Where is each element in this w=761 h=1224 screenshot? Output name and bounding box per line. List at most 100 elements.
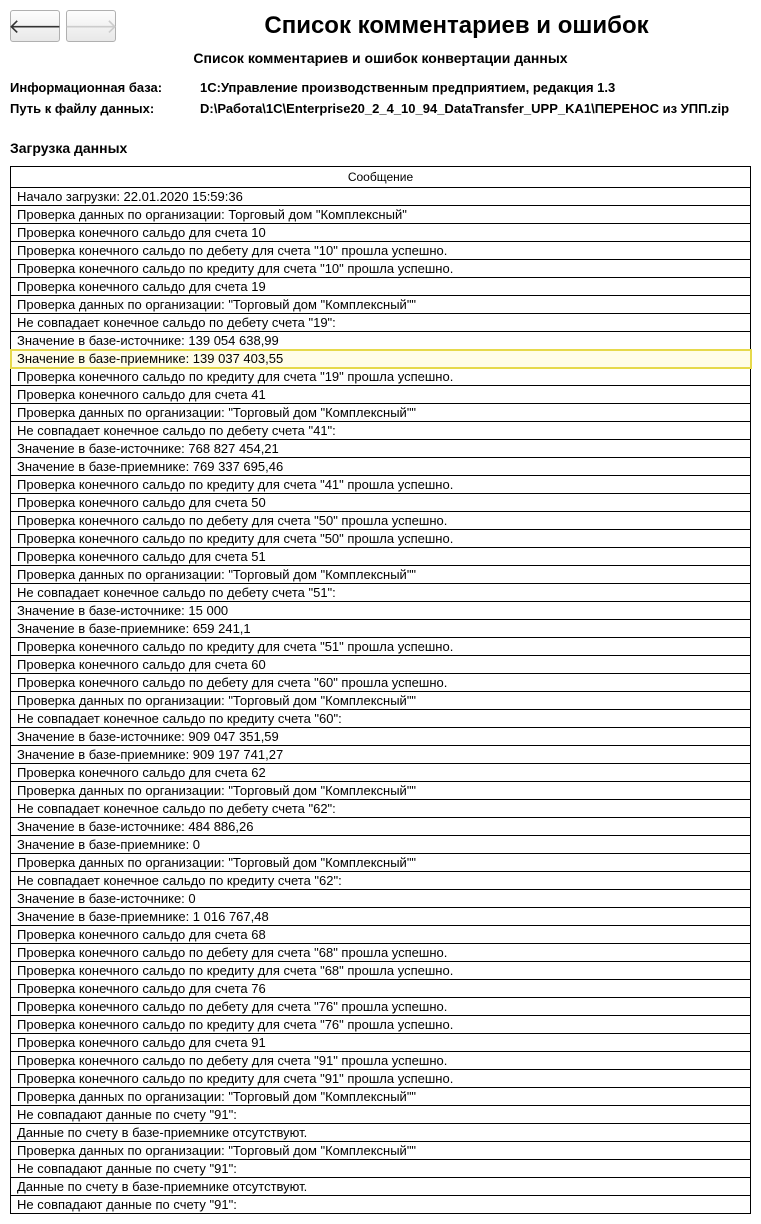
message-cell: Проверка конечного сальдо по кредиту для… [11, 1070, 751, 1088]
table-row[interactable]: Проверка конечного сальдо для счета 51 [11, 548, 751, 566]
message-cell: Проверка данных по организации: "Торговы… [11, 566, 751, 584]
message-cell: Проверка конечного сальдо для счета 91 [11, 1034, 751, 1052]
table-row[interactable]: Значение в базе-источнике: 484 886,26 [11, 818, 751, 836]
message-cell: Проверка данных по организации: "Торговы… [11, 782, 751, 800]
table-row[interactable]: Проверка конечного сальдо для счета 68 [11, 926, 751, 944]
message-cell: Проверка данных по организации: "Торговы… [11, 1142, 751, 1160]
table-row[interactable]: Проверка конечного сальдо для счета 10 [11, 224, 751, 242]
table-row[interactable]: Проверка конечного сальдо по дебету для … [11, 944, 751, 962]
table-row[interactable]: Значение в базе-приемнике: 0 [11, 836, 751, 854]
message-cell: Значение в базе-источнике: 484 886,26 [11, 818, 751, 836]
page-subtitle: Список комментариев и ошибок конвертации… [10, 50, 751, 66]
messages-column-header: Сообщение [11, 167, 751, 188]
message-cell: Не совпадает конечное сальдо по дебету с… [11, 422, 751, 440]
message-cell: Значение в базе-приемнике: 909 197 741,2… [11, 746, 751, 764]
table-row[interactable]: Значение в базе-приемнике: 1 016 767,48 [11, 908, 751, 926]
table-row[interactable]: Не совпадают данные по счету "91": [11, 1160, 751, 1178]
table-row[interactable]: Не совпадают данные по счету "91": [11, 1106, 751, 1124]
back-button[interactable]: 🡐 [10, 10, 60, 42]
table-row[interactable]: Проверка конечного сальдо по дебету для … [11, 998, 751, 1016]
table-row[interactable]: Значение в базе-приемнике: 659 241,1 [11, 620, 751, 638]
table-row[interactable]: Не совпадает конечное сальдо по кредиту … [11, 710, 751, 728]
table-row[interactable]: Проверка конечного сальдо по дебету для … [11, 512, 751, 530]
message-cell: Не совпадает конечное сальдо по дебету с… [11, 314, 751, 332]
message-cell: Проверка данных по организации: "Торговы… [11, 1088, 751, 1106]
message-cell: Проверка данных по организации: Торговый… [11, 206, 751, 224]
messages-table: Сообщение Начало загрузки: 22.01.2020 15… [10, 166, 751, 1214]
page-title: Список комментариев и ошибок [162, 12, 751, 40]
table-row[interactable]: Проверка конечного сальдо для счета 19 [11, 278, 751, 296]
table-row[interactable]: Значение в базе-приемнике: 909 197 741,2… [11, 746, 751, 764]
table-row[interactable]: Проверка данных по организации: "Торговы… [11, 296, 751, 314]
message-cell: Значение в базе-приемнике: 659 241,1 [11, 620, 751, 638]
table-row[interactable]: Не совпадает конечное сальдо по дебету с… [11, 584, 751, 602]
table-row[interactable]: Данные по счету в базе-приемнике отсутст… [11, 1124, 751, 1142]
table-row[interactable]: Проверка конечного сальдо по кредиту для… [11, 962, 751, 980]
table-row[interactable]: Начало загрузки: 22.01.2020 15:59:36 [11, 188, 751, 206]
table-row[interactable]: Проверка конечного сальдо по дебету для … [11, 242, 751, 260]
table-row[interactable]: Не совпадает конечное сальдо по дебету с… [11, 314, 751, 332]
table-row[interactable]: Проверка конечного сальдо по кредиту для… [11, 1016, 751, 1034]
table-row[interactable]: Проверка конечного сальдо по дебету для … [11, 674, 751, 692]
table-row[interactable]: Значение в базе-источнике: 768 827 454,2… [11, 440, 751, 458]
table-row[interactable]: Проверка конечного сальдо по кредиту для… [11, 476, 751, 494]
table-row[interactable]: Данные по счету в базе-приемнике отсутст… [11, 1178, 751, 1196]
message-cell: Проверка конечного сальдо для счета 41 [11, 386, 751, 404]
message-cell: Проверка конечного сальдо по кредиту для… [11, 476, 751, 494]
message-cell: Не совпадают данные по счету "91": [11, 1106, 751, 1124]
table-row[interactable]: Проверка конечного сальдо по кредиту для… [11, 530, 751, 548]
info-base-label: Информационная база: [10, 80, 200, 95]
table-row[interactable]: Проверка конечного сальдо по кредиту для… [11, 638, 751, 656]
table-row[interactable]: Значение в базе-приемнике: 769 337 695,4… [11, 458, 751, 476]
table-row[interactable]: Проверка данных по организации: "Торговы… [11, 782, 751, 800]
table-row[interactable]: Проверка конечного сальдо для счета 50 [11, 494, 751, 512]
table-row[interactable]: Проверка данных по организации: "Торговы… [11, 1142, 751, 1160]
table-row[interactable]: Значение в базе-источнике: 0 [11, 890, 751, 908]
message-cell: Значение в базе-источнике: 768 827 454,2… [11, 440, 751, 458]
forward-button[interactable]: 🡒 [66, 10, 116, 42]
message-cell: Данные по счету в базе-приемнике отсутст… [11, 1124, 751, 1142]
table-row[interactable]: Проверка конечного сальдо для счета 62 [11, 764, 751, 782]
table-row[interactable]: Проверка конечного сальдо по кредиту для… [11, 1070, 751, 1088]
table-row[interactable]: Проверка конечного сальдо по кредиту для… [11, 368, 751, 386]
info-path-value: D:\Работа\1С\Enterprise20_2_4_10_94_Data… [200, 101, 751, 116]
table-row[interactable]: Значение в базе-источнике: 139 054 638,9… [11, 332, 751, 350]
table-row[interactable]: Значение в базе-источнике: 909 047 351,5… [11, 728, 751, 746]
table-row[interactable]: Не совпадает конечное сальдо по дебету с… [11, 422, 751, 440]
table-row[interactable]: Проверка конечного сальдо для счета 76 [11, 980, 751, 998]
message-cell: Проверка конечного сальдо по кредиту для… [11, 638, 751, 656]
message-cell: Проверка конечного сальдо для счета 76 [11, 980, 751, 998]
message-cell: Проверка конечного сальдо по дебету для … [11, 998, 751, 1016]
message-cell: Проверка конечного сальдо по кредиту для… [11, 1016, 751, 1034]
toolbar: 🡐 🡒 Список комментариев и ошибок [10, 10, 751, 42]
message-cell: Не совпадают данные по счету "91": [11, 1160, 751, 1178]
message-cell: Проверка конечного сальдо по дебету для … [11, 1052, 751, 1070]
table-row[interactable]: Значение в базе-источнике: 15 000 [11, 602, 751, 620]
table-row[interactable]: Проверка данных по организации: Торговый… [11, 206, 751, 224]
table-row[interactable]: Не совпадают данные по счету "91": [11, 1196, 751, 1214]
table-row[interactable]: Проверка конечного сальдо по кредиту для… [11, 260, 751, 278]
message-cell: Проверка конечного сальдо по кредиту для… [11, 260, 751, 278]
table-row[interactable]: Проверка конечного сальдо для счета 60 [11, 656, 751, 674]
table-row[interactable]: Проверка конечного сальдо по дебету для … [11, 1052, 751, 1070]
arrow-right-icon: 🡒 [64, 14, 118, 39]
message-cell: Значение в базе-источнике: 909 047 351,5… [11, 728, 751, 746]
table-row[interactable]: Проверка данных по организации: "Торговы… [11, 692, 751, 710]
table-row[interactable]: Проверка конечного сальдо для счета 41 [11, 386, 751, 404]
table-row[interactable]: Проверка данных по организации: "Торговы… [11, 854, 751, 872]
table-row[interactable]: Проверка данных по организации: "Торговы… [11, 1088, 751, 1106]
info-path-label: Путь к файлу данных: [10, 101, 200, 116]
message-cell: Не совпадает конечное сальдо по дебету с… [11, 584, 751, 602]
table-row[interactable]: Значение в базе-приемнике: 139 037 403,5… [11, 350, 751, 368]
message-cell: Значение в базе-приемнике: 1 016 767,48 [11, 908, 751, 926]
info-base-row: Информационная база: 1С:Управление произ… [10, 80, 751, 95]
message-cell: Значение в базе-источнике: 139 054 638,9… [11, 332, 751, 350]
message-cell: Проверка конечного сальдо для счета 50 [11, 494, 751, 512]
message-cell: Значение в базе-источнике: 0 [11, 890, 751, 908]
table-row[interactable]: Проверка данных по организации: "Торговы… [11, 566, 751, 584]
table-row[interactable]: Не совпадает конечное сальдо по дебету с… [11, 800, 751, 818]
table-row[interactable]: Проверка конечного сальдо для счета 91 [11, 1034, 751, 1052]
message-cell: Проверка конечного сальдо по кредиту для… [11, 962, 751, 980]
table-row[interactable]: Проверка данных по организации: "Торговы… [11, 404, 751, 422]
table-row[interactable]: Не совпадает конечное сальдо по кредиту … [11, 872, 751, 890]
